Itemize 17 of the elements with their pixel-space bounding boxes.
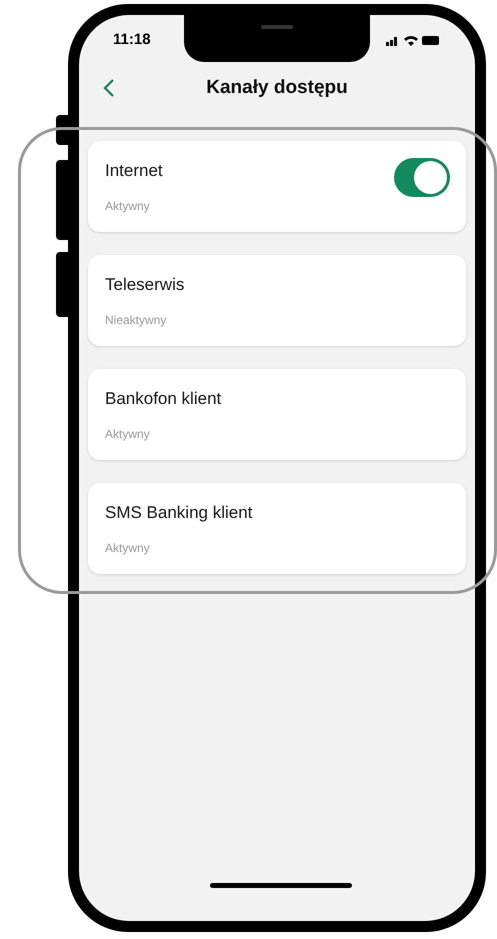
channel-name: Bankofon klient	[105, 388, 222, 410]
channel-name: Internet	[105, 160, 163, 182]
channel-card[interactable]: SMS Banking klient Aktywny	[88, 483, 466, 574]
toggle-switch[interactable]	[394, 158, 450, 197]
channel-name: SMS Banking klient	[105, 502, 252, 524]
channel-status: Aktywny	[105, 198, 151, 216]
channel-card[interactable]: Bankofon klient Aktywny	[88, 369, 466, 460]
status-icons	[385, 33, 441, 47]
status-time: 11:18	[113, 30, 151, 50]
channel-name: Teleserwis	[105, 274, 184, 296]
channel-card[interactable]: Teleserwis Nieaktywny	[88, 255, 466, 346]
channel-status: Aktywny	[105, 426, 151, 444]
channel-card[interactable]: Internet Aktywny	[88, 141, 466, 232]
channel-status: Nieaktywny	[105, 312, 168, 330]
channel-status: Aktywny	[105, 540, 151, 558]
page-title: Kanały dostępu	[206, 76, 348, 100]
back-chevron-icon	[103, 78, 115, 98]
